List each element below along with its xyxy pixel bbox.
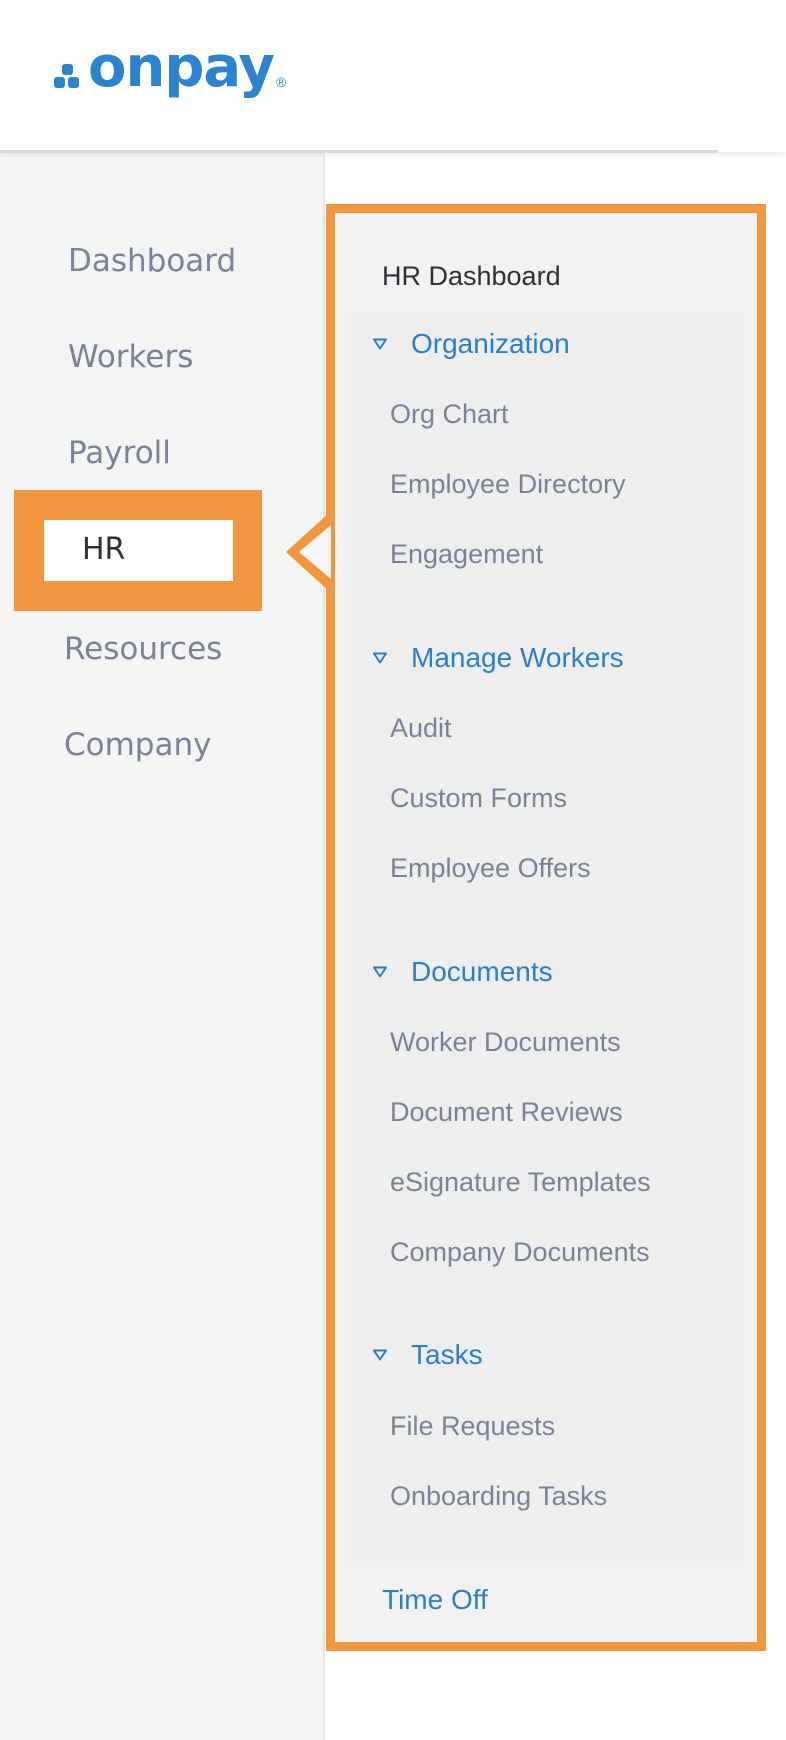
time-off-link[interactable]: Time Off [382,1582,488,1618]
registered-mark: ® [276,74,287,90]
submenu-item-company-documents[interactable]: Company Documents [390,1234,650,1270]
caret-down-icon [373,966,387,978]
submenu-item-audit[interactable]: Audit [390,710,452,746]
submenu-item-esignature-templates[interactable]: eSignature Templates [390,1164,651,1200]
left-nav: Dashboard Workers Payroll Resources Comp… [0,152,325,1740]
callout-pointer-fill [299,525,331,579]
nav-item-payroll[interactable]: Payroll [68,433,171,473]
section-manage-workers-toggle[interactable]: Manage Workers [373,640,624,676]
nav-item-dashboard[interactable]: Dashboard [68,241,236,281]
hr-submenu-panel: HR Dashboard Organization Org Chart Empl… [326,204,766,1651]
nav-item-resources[interactable]: Resources [64,629,222,669]
section-organization-toggle[interactable]: Organization [373,326,570,362]
onpay-logo[interactable]: onpay ® [54,40,286,96]
section-organization-label: Organization [411,328,570,359]
hr-dashboard-link[interactable]: HR Dashboard [382,259,561,293]
section-manage-workers-label: Manage Workers [411,642,624,673]
section-tasks-label: Tasks [411,1339,483,1370]
header: onpay ® [0,0,786,152]
header-divider [0,150,718,153]
submenu-item-file-requests[interactable]: File Requests [390,1408,555,1444]
caret-down-icon [373,1349,387,1361]
logo-mark-icon [54,50,86,96]
nav-item-company[interactable]: Company [64,725,211,765]
submenu-item-employee-directory[interactable]: Employee Directory [390,466,626,502]
submenu-item-document-reviews[interactable]: Document Reviews [390,1094,623,1130]
submenu-item-engagement[interactable]: Engagement [390,536,543,572]
submenu-item-worker-documents[interactable]: Worker Documents [390,1024,621,1060]
logo-wordmark: onpay [88,35,275,100]
submenu-item-org-chart[interactable]: Org Chart [390,396,509,432]
section-tasks-toggle[interactable]: Tasks [373,1337,483,1373]
section-documents-toggle[interactable]: Documents [373,954,553,990]
submenu-item-onboarding-tasks[interactable]: Onboarding Tasks [390,1478,607,1514]
caret-down-icon [373,338,387,350]
nav-item-hr[interactable]: HR [44,520,233,581]
submenu-item-employee-offers[interactable]: Employee Offers [390,850,591,886]
submenu-item-custom-forms[interactable]: Custom Forms [390,780,567,816]
nav-item-workers[interactable]: Workers [68,337,193,377]
nav-item-hr-highlight: HR [14,490,262,611]
nav-item-hr-label: HR [82,532,126,567]
caret-down-icon [373,652,387,664]
section-documents-label: Documents [411,956,553,987]
